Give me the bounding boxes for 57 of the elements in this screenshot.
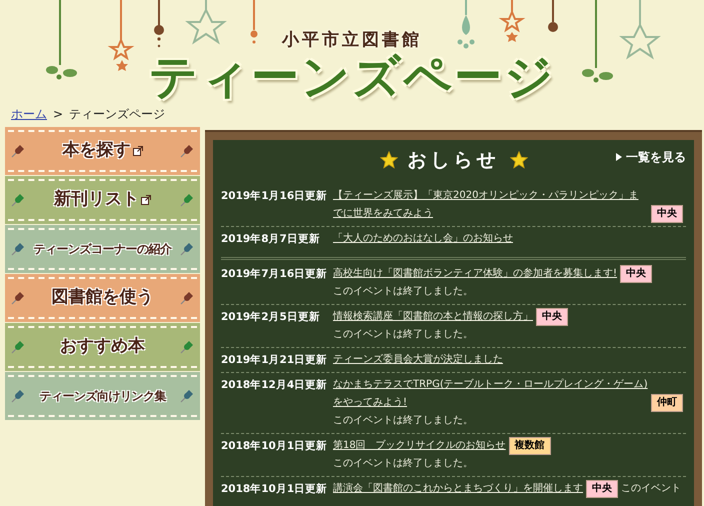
news-date: 2018年10月1日更新 [221,439,328,454]
star-icon [510,151,528,169]
branch-tag: 中央 [536,308,568,326]
branch-tag: 複数館 [508,437,551,455]
menu-button[interactable]: 図書館を使う [8,277,197,319]
branch-tag: 中央 [651,205,683,223]
news-link[interactable]: 【ティーンズ展示】「東京2020オリンピック・パラリンピック」までに世界をみてみよう [333,187,648,223]
news-date: 2018年12月4日更新 [221,378,328,393]
pushpin-icon [179,388,195,404]
news-date: 2018年10月1日更新 [221,482,328,497]
menu-button[interactable]: ティーンズ向けリンク集 [8,375,197,417]
menu-button[interactable]: 新刊リスト [8,179,197,221]
news-date: 2019年8月7日更新 [221,232,321,247]
news-link[interactable]: なかまちテラスでTRPG(テーブルトーク・ロールプレイング・ゲーム)をやってみよう! [333,376,648,412]
star-icon [380,151,398,169]
pushpin-icon [179,339,195,355]
pushpin-icon [10,241,26,257]
news-date: 2019年2月5日更新 [221,310,321,325]
external-link-icon [141,195,151,205]
library-name: 小平市立図書館 [282,30,422,50]
branch-tag: 中央 [586,480,618,498]
menu-button[interactable]: ティーンズコーナーの紹介 [8,228,197,270]
branch-tag: 仲町 [651,394,683,412]
news-date: 2019年1月16日更新 [221,189,328,204]
event-ended-note: このイベント [621,482,681,496]
branch-tag: 中央 [620,265,652,283]
triangle-icon [616,153,622,161]
event-ended-note: このイベントは終了しました。 [333,285,473,299]
pushpin-icon [10,339,26,355]
pushpin-icon [10,143,26,159]
breadcrumb-separator: > [53,106,64,123]
page-title: ティーンズページ [149,50,555,104]
news-date: 2019年1月21日更新 [221,353,328,368]
event-ended-note: このイベントは終了しました。 [333,414,473,428]
breadcrumb-current: ティーンズページ [69,106,166,123]
pushpin-icon [179,143,195,159]
news-link[interactable]: 情報検索講座「図書館の本と情報の探し方」 [333,308,533,326]
news-link[interactable]: ティーンズ委員会大賞が決定しました [333,351,503,369]
menu-button[interactable]: おすすめ本 [8,326,197,368]
event-ended-note: このイベントは終了しました。 [333,328,473,342]
news-link[interactable]: 講演会「図書館のこれからとまちづくり」を開催します [333,480,583,498]
menu-button[interactable]: 本を探す [8,130,197,172]
pushpin-icon [179,241,195,257]
event-ended-note: このイベントは終了しました。 [333,457,473,471]
news-link[interactable]: 「大人のためのおはなし会」のお知らせ [333,230,513,248]
pushpin-icon [10,192,26,208]
external-link-icon [132,146,142,156]
news-date: 2019年7月16日更新 [221,267,328,282]
view-all-link[interactable]: 一覧を見る [616,148,686,166]
pushpin-icon [10,388,26,404]
news-heading: おしらせ [408,148,500,173]
pushpin-icon [10,290,26,306]
pushpin-icon [179,290,195,306]
news-link[interactable]: 高校生向け「図書館ボランティア体験」の参加者を募集します! [333,265,618,283]
home-link[interactable]: ホーム [11,105,47,123]
pushpin-icon [179,192,195,208]
news-link[interactable]: 第18回 ブックリサイクルのお知らせ [333,437,506,455]
